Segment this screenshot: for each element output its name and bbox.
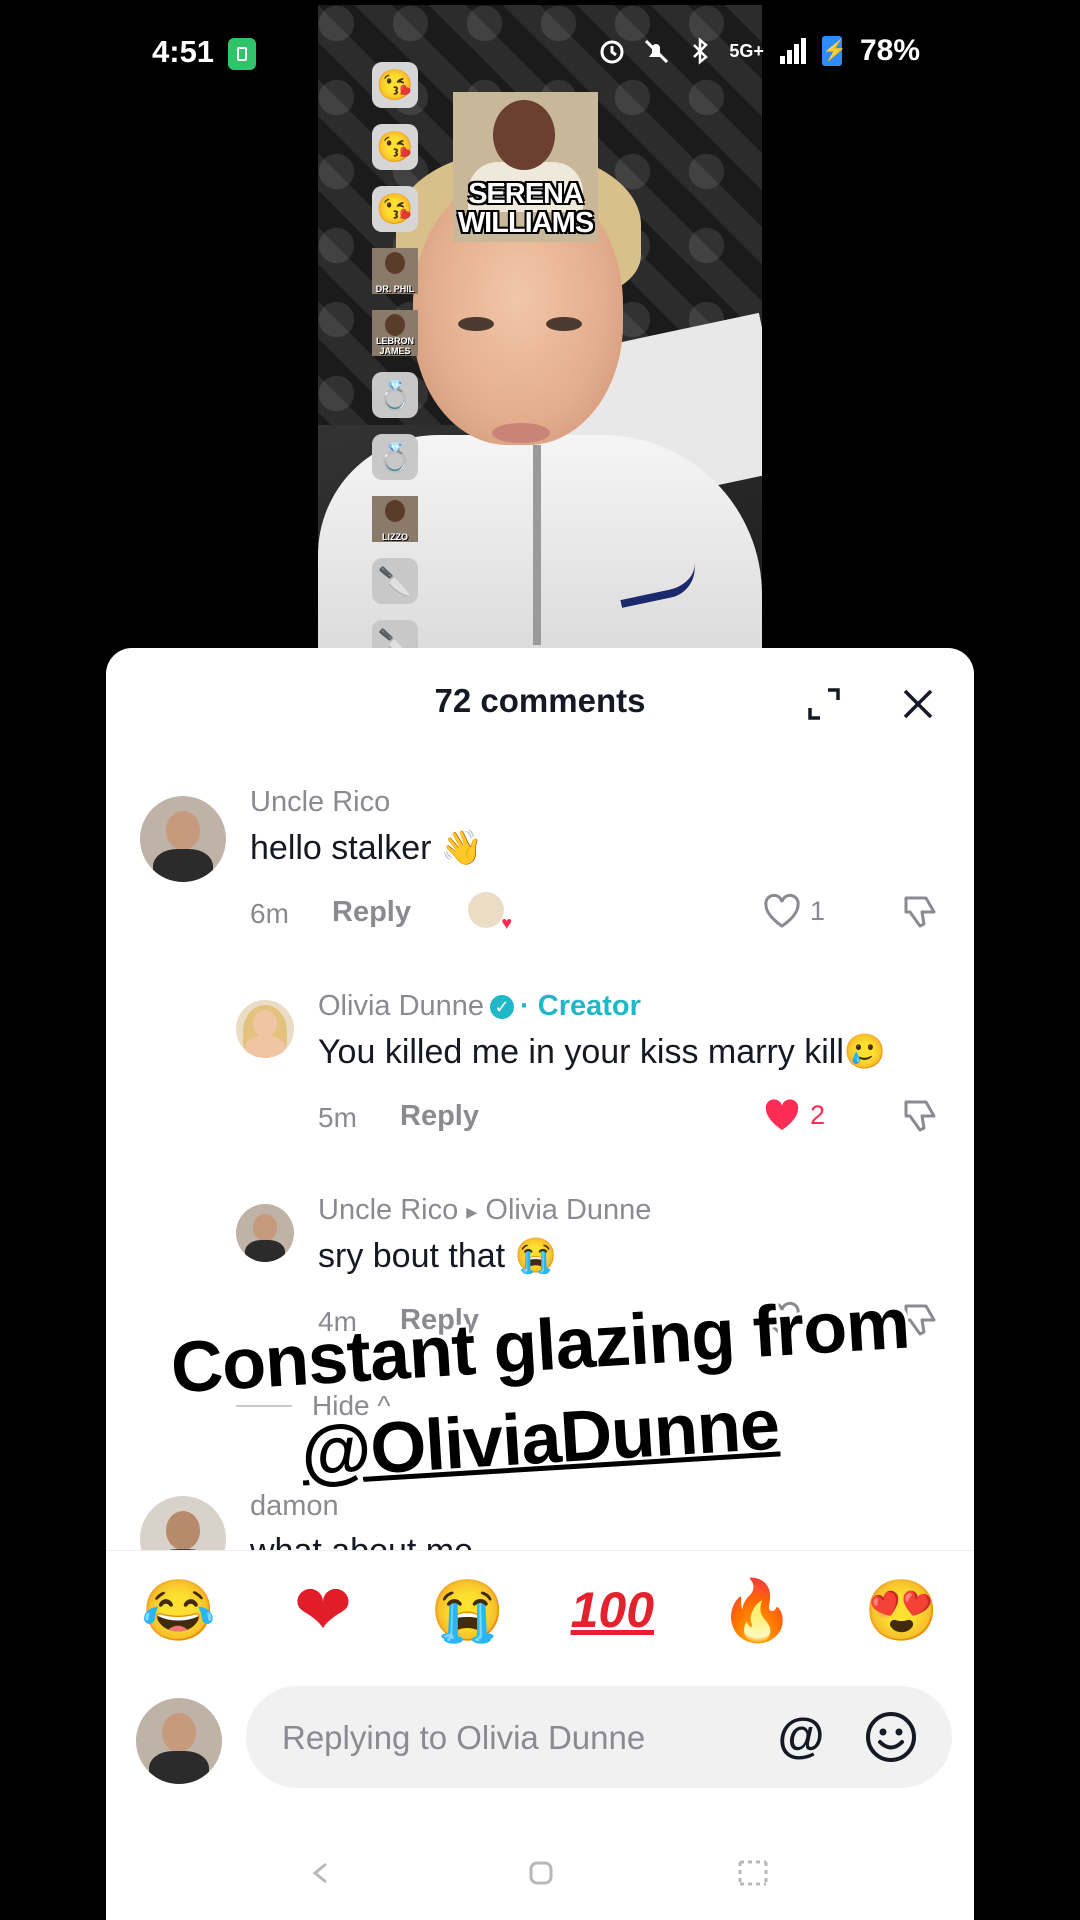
avatar[interactable] bbox=[236, 1204, 294, 1262]
like-button[interactable]: 1 bbox=[762, 892, 825, 930]
marry-slot: 💍 bbox=[372, 372, 418, 418]
reply-button[interactable]: Reply bbox=[400, 1100, 479, 1133]
reply-arrow-icon: ▸ bbox=[466, 1199, 478, 1224]
recents-nav-icon[interactable] bbox=[736, 1858, 770, 1888]
emoji-heart-button[interactable]: ❤ bbox=[278, 1569, 368, 1651]
my-avatar bbox=[136, 1698, 222, 1784]
emoji-laugh-button[interactable]: 😂 bbox=[133, 1575, 223, 1646]
emoji-quick-bar: 😂 ❤ 😭 100 🔥 😍 bbox=[106, 1550, 974, 1669]
emoji-100-button[interactable]: 100 bbox=[567, 1581, 657, 1639]
like-count: 1 bbox=[810, 895, 826, 926]
status-time: 4:51 bbox=[152, 34, 215, 69]
system-nav-bar bbox=[106, 1840, 974, 1920]
marry-slot-drphil: DR. PHIL bbox=[372, 248, 418, 294]
emoji-fire-button[interactable]: 🔥 bbox=[712, 1575, 802, 1646]
comments-sheet: 72 comments Uncle Rico hello stalker 👋 6… bbox=[106, 648, 974, 1920]
expand-icon[interactable] bbox=[806, 686, 842, 722]
emoji-cry-button[interactable]: 😭 bbox=[423, 1575, 513, 1646]
kill-slot-lizzo: LIZZO bbox=[372, 496, 418, 542]
reply-to-username[interactable]: Olivia Dunne bbox=[485, 1194, 651, 1226]
celebrity-card-lizzo: LIZZO bbox=[372, 496, 418, 542]
alarm-icon bbox=[600, 40, 624, 64]
comments-count-title: 72 comments bbox=[434, 682, 646, 719]
like-button[interactable]: 2 bbox=[762, 1096, 825, 1134]
marry-slot-lebron: LEBRON JAMES bbox=[372, 310, 418, 356]
avatar[interactable] bbox=[236, 1000, 294, 1058]
dislike-icon[interactable] bbox=[900, 892, 940, 932]
comment-username[interactable]: Uncle Rico bbox=[250, 786, 390, 819]
celebrity-card-drphil: DR. PHIL bbox=[372, 248, 418, 294]
kiss-emoji-icon: 😘 bbox=[372, 124, 418, 170]
heart-outline-icon bbox=[764, 893, 800, 928]
status-bar: 4:51 5G+ ⚡ 78% bbox=[0, 0, 1080, 100]
comment-text: hello stalker 👋 bbox=[250, 829, 484, 867]
like-count: 2 bbox=[810, 1099, 826, 1130]
comment-username[interactable]: Olivia Dunne bbox=[318, 990, 484, 1022]
creator-liked-avatar: ♥ bbox=[468, 892, 512, 933]
knife-icon: 🔪 bbox=[372, 558, 418, 604]
kill-slot: 🔪 bbox=[372, 558, 418, 604]
comment-text: You killed me in your kiss marry kill🥲 bbox=[318, 1033, 887, 1071]
mention-button[interactable]: @ bbox=[774, 1710, 828, 1764]
dislike-icon[interactable] bbox=[900, 1096, 940, 1136]
comment-input[interactable] bbox=[280, 1686, 744, 1790]
kiss-slot: 😘 bbox=[372, 124, 418, 170]
comment-username-row: Uncle Rico ▸ Olivia Dunne bbox=[318, 1194, 651, 1227]
zipper bbox=[533, 445, 541, 645]
celebrity-card-serena: SERENA WILLIAMS bbox=[453, 92, 598, 242]
battery-percent: 78% bbox=[859, 34, 920, 67]
back-nav-icon[interactable] bbox=[306, 1858, 336, 1888]
bluetooth-icon bbox=[693, 37, 709, 65]
marry-slot: 💍 bbox=[372, 434, 418, 480]
heart-filled-icon bbox=[765, 1099, 799, 1130]
emoji-picker-icon[interactable] bbox=[864, 1710, 918, 1764]
signal-icon bbox=[779, 38, 806, 64]
comment-time: 6m bbox=[250, 898, 289, 929]
kiss-slot: 😘 bbox=[372, 186, 418, 232]
battery-saver-icon bbox=[228, 38, 256, 70]
comment-composer: @ bbox=[246, 1686, 952, 1790]
celebrity-card-label: SERENA WILLIAMS bbox=[457, 178, 594, 239]
close-icon[interactable] bbox=[900, 686, 936, 722]
reply-button[interactable]: Reply bbox=[332, 896, 411, 929]
ring-icon: 💍 bbox=[372, 372, 418, 418]
kiss-marry-kill-column: 😘 😘 😘 DR. PHIL LEBRON JAMES 💍 💍 LIZZO 🔪 … bbox=[372, 62, 418, 682]
lips bbox=[492, 423, 550, 443]
emoji-heart-eyes-button[interactable]: 😍 bbox=[857, 1575, 947, 1646]
left-eye bbox=[458, 317, 494, 331]
avatar[interactable] bbox=[140, 796, 226, 882]
comment-time: 5m bbox=[318, 1102, 357, 1133]
kiss-emoji-icon: 😘 bbox=[372, 186, 418, 232]
comment-username-row: Olivia Dunne ✓ · Creator bbox=[318, 990, 641, 1023]
right-eye bbox=[546, 317, 582, 331]
comment-text: sry bout that 😭 bbox=[318, 1237, 557, 1275]
ring-icon: 💍 bbox=[372, 434, 418, 480]
comment-username[interactable]: Uncle Rico bbox=[318, 1194, 458, 1226]
verified-icon: ✓ bbox=[490, 995, 515, 1020]
mute-icon bbox=[645, 39, 669, 64]
status-icons: 5G+ ⚡ 78% bbox=[597, 34, 920, 68]
home-nav-icon[interactable] bbox=[526, 1858, 556, 1888]
creator-badge: · Creator bbox=[520, 990, 641, 1022]
celebrity-card-lebron: LEBRON JAMES bbox=[372, 310, 418, 356]
network-label: 5G+ bbox=[729, 40, 764, 61]
battery-icon: ⚡ bbox=[821, 36, 847, 66]
